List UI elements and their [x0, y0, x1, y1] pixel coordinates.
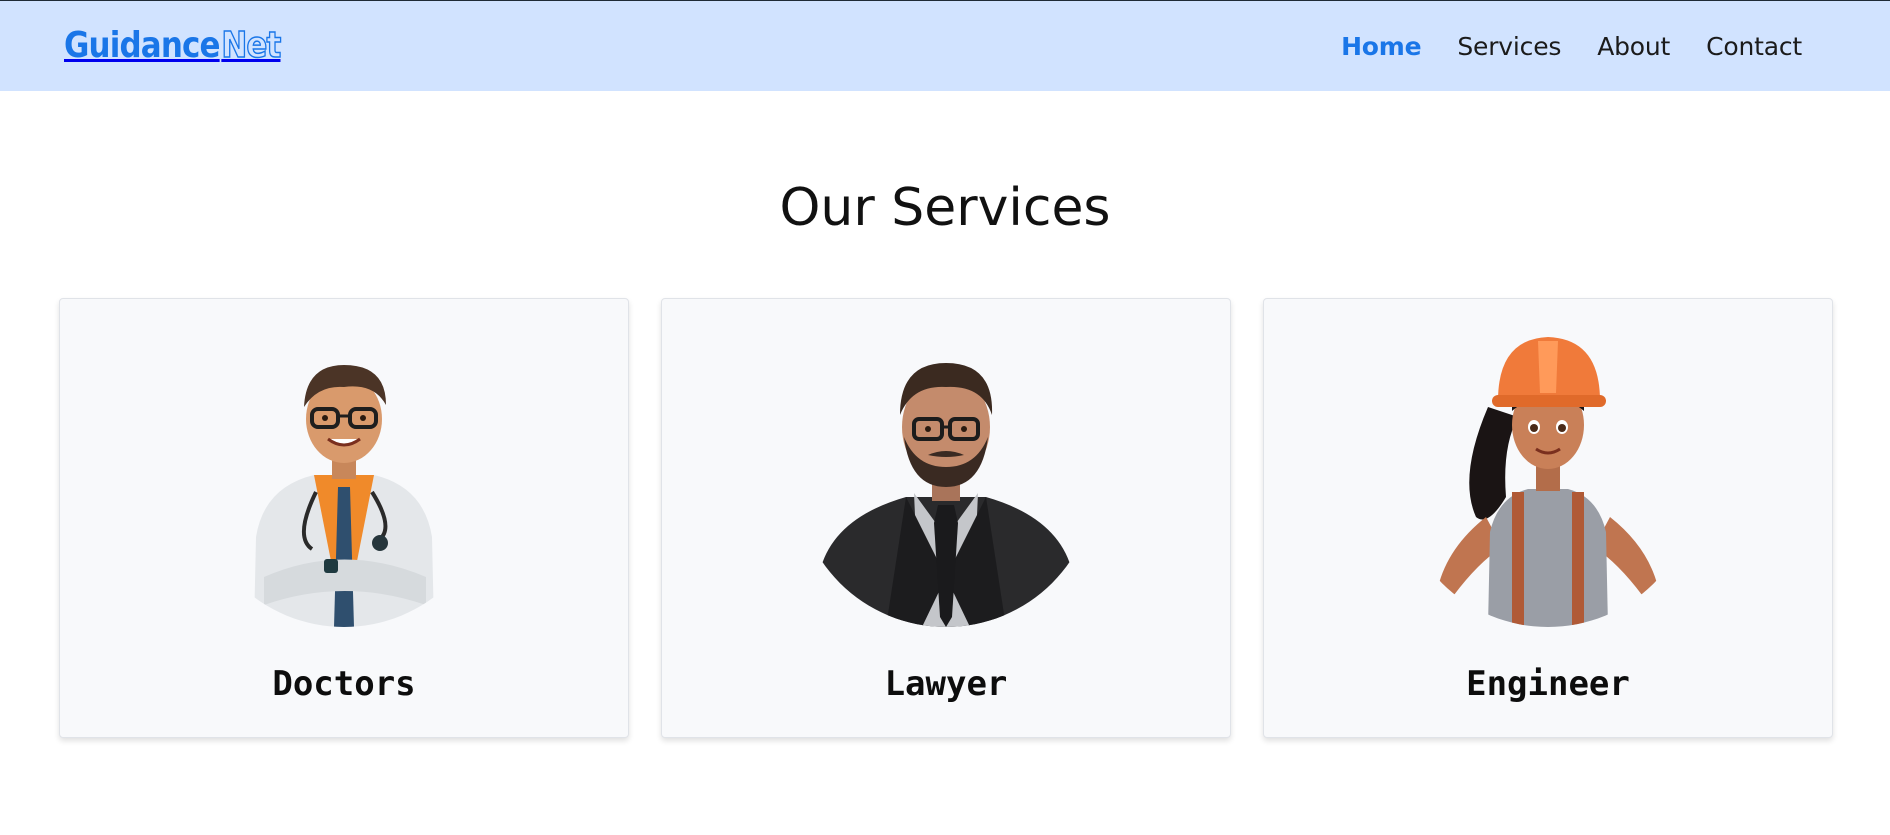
nav-about[interactable]: About	[1597, 32, 1670, 61]
service-card-engineer[interactable]: Engineer	[1263, 298, 1833, 738]
card-label-engineer: Engineer	[1466, 664, 1630, 704]
logo-text-guidance: Guidance	[64, 25, 220, 66]
doctor-avatar-icon	[254, 365, 434, 627]
main-nav: Home Services About Contact	[1305, 32, 1802, 61]
navbar: Guidance Net Home Services About Contact	[0, 1, 1890, 91]
engineer-avatar-icon	[1438, 337, 1658, 627]
brand-logo[interactable]: Guidance Net	[64, 25, 282, 66]
nav-contact[interactable]: Contact	[1706, 32, 1802, 61]
service-card-lawyer[interactable]: Lawyer	[661, 298, 1231, 738]
services-grid: Doctors Lawyer Engineer	[59, 298, 1833, 738]
card-label-lawyer: Lawyer	[884, 664, 1008, 704]
logo-text-net: Net	[221, 25, 282, 66]
card-label-doctors: Doctors	[272, 664, 416, 704]
lawyer-avatar-icon	[814, 363, 1078, 627]
section-title: Our Services	[779, 178, 1111, 238]
nav-services[interactable]: Services	[1457, 32, 1561, 61]
nav-home[interactable]: Home	[1341, 32, 1422, 61]
service-card-doctors[interactable]: Doctors	[59, 298, 629, 738]
